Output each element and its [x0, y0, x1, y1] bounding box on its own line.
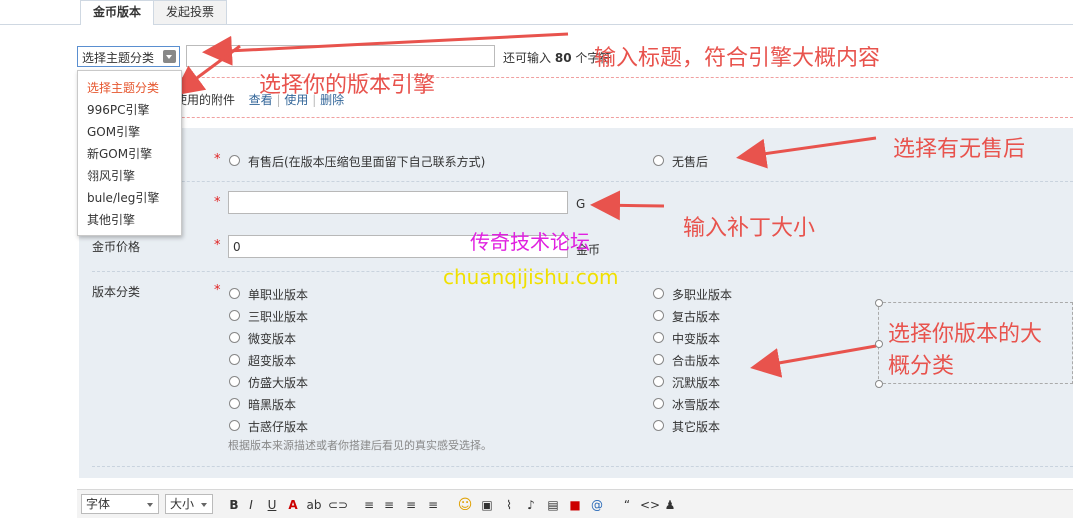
- watermark-cn: 传奇技术论坛: [470, 230, 590, 254]
- dropdown-option[interactable]: bule/leg引擎: [87, 189, 159, 206]
- dropdown-option[interactable]: 新GOM引擎: [87, 145, 152, 162]
- arrow-title: [202, 32, 569, 66]
- resize-handle[interactable]: [875, 340, 883, 348]
- annotation-title: 输入标题，符合引擎大概内容: [594, 46, 881, 71]
- dropdown-option[interactable]: 选择主题分类: [87, 79, 159, 96]
- resize-handle[interactable]: [875, 299, 883, 307]
- annotation-category-line2: 概分类: [888, 354, 955, 379]
- subject-category-dropdown: 选择主题分类 996PC引擎 GOM引擎新GOM引擎 翎风引擎 bule/leg引擎 其他…: [77, 70, 182, 236]
- annotation-engine: 选择你的版本引擎: [259, 73, 436, 98]
- dropdown-option[interactable]: GOM引擎: [87, 123, 140, 140]
- arrow-category: [750, 344, 877, 378]
- arrow-patch: [590, 190, 665, 221]
- dropdown-option[interactable]: 翎风引擎: [87, 167, 135, 184]
- dropdown-option[interactable]: 996PC引擎: [87, 101, 150, 118]
- resize-handle[interactable]: [875, 380, 883, 388]
- arrow-after-sales: [736, 136, 877, 169]
- annotation-after-sales: 选择有无售后: [893, 137, 1026, 162]
- dropdown-option[interactable]: 其他引擎: [87, 211, 135, 228]
- watermark-en: chuanqijishu.com: [443, 265, 619, 289]
- annotation-category-line1: 选择你版本的大: [888, 322, 1043, 347]
- annotation-patch: 输入补丁大小: [683, 216, 816, 241]
